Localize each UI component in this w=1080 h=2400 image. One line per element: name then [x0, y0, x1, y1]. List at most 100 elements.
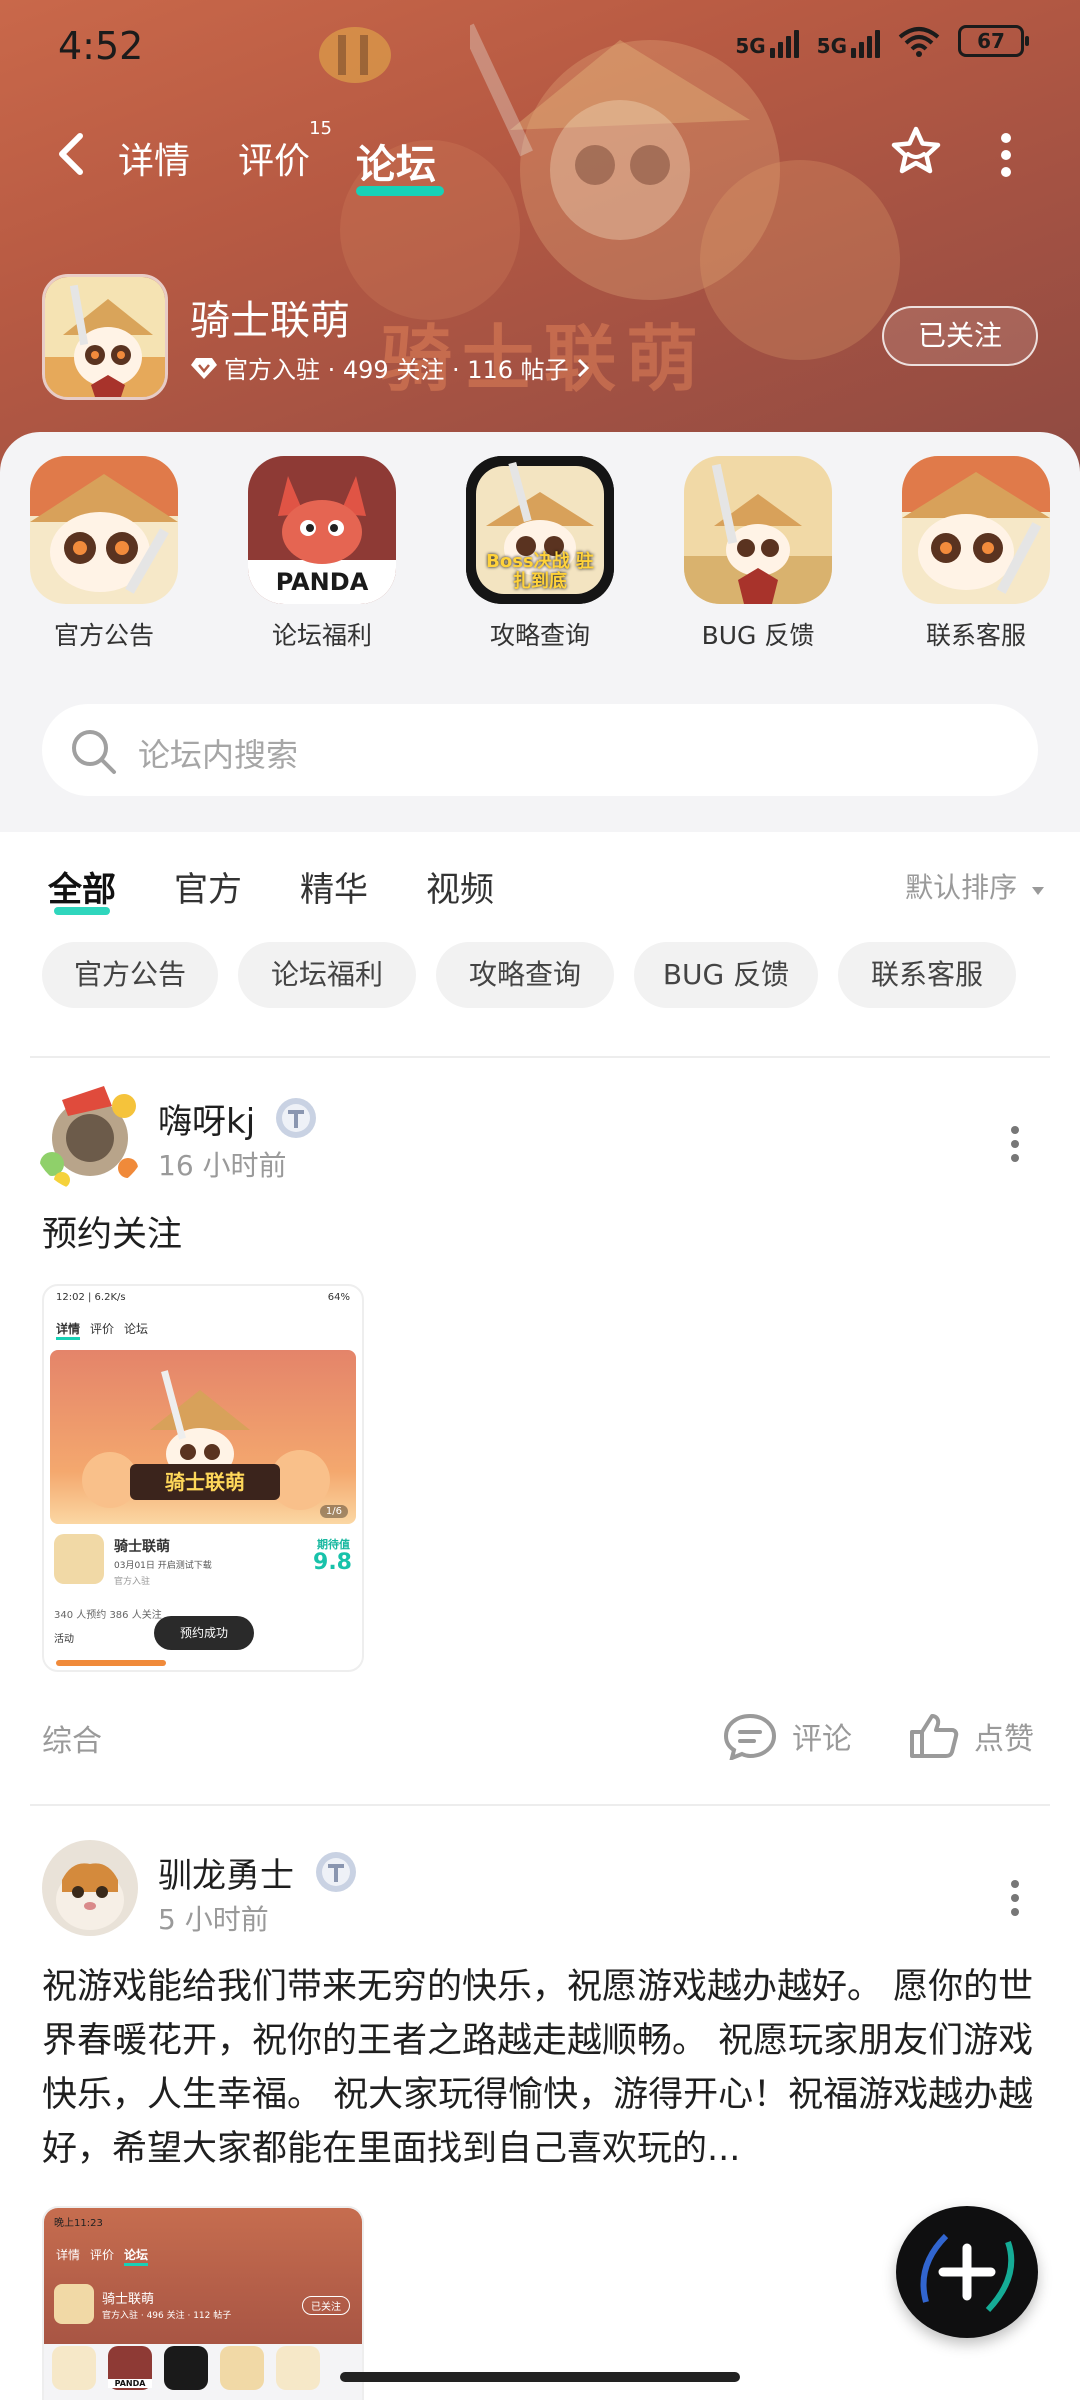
comment-label: 评论 [792, 1722, 852, 1757]
thumb-status: 12:02 | 6.2K/s [56, 1292, 126, 1303]
category-icon: Boss决战 驻扎到底 [466, 456, 614, 604]
category-label: 论坛福利 [271, 621, 372, 650]
post-more-icon[interactable] [1010, 1124, 1020, 1164]
search-placeholder: 论坛内搜索 [138, 736, 299, 774]
thumb-score: 9.8 [313, 1550, 352, 1575]
thumb-toast: 预约成功 [154, 1616, 254, 1650]
favorite-star-icon[interactable] [888, 124, 944, 180]
game-meta[interactable]: 官方入驻 · 499 关注 · 116 帖子 [190, 350, 591, 385]
more-options-icon[interactable] [996, 130, 1016, 180]
thumbs-up-icon [910, 1714, 959, 1758]
thumb-game-name: 骑士联萌 [114, 1539, 170, 1555]
category-bug-feedback[interactable]: BUG 反馈 [668, 456, 848, 652]
thumb-tab: 论坛 [124, 1322, 149, 1336]
thumb-battery: 64% [327, 1292, 350, 1303]
thumb-game-icon [54, 2284, 94, 2324]
author-name[interactable]: 嗨呀kj [158, 1094, 255, 1143]
knight-desert-icon [684, 456, 832, 604]
sort-dropdown[interactable]: 默认排序 [905, 866, 1046, 906]
tab-details[interactable]: 详情 [118, 132, 190, 184]
thumb-tab: 评价 [90, 2248, 115, 2262]
thumb-page-indicator: 1/6 [319, 1505, 348, 1518]
chip-official-notice[interactable]: 官方公告 [42, 942, 218, 1008]
divider [30, 1804, 1050, 1806]
topic-chips: 官方公告 论坛福利 攻略查询 BUG 反馈 联系客服 [0, 942, 1080, 1014]
post-category-tag[interactable]: 综合 [42, 1716, 102, 1760]
thumb-tab: 详情 [56, 1320, 81, 1340]
signal-5g-2: 5G [817, 24, 880, 58]
tab-details-label: 详情 [118, 141, 191, 182]
game-name: 骑士联萌 [190, 298, 350, 344]
avatar-frame-icon [40, 1086, 138, 1188]
post-text[interactable]: 祝游戏能给我们带来无穷的快乐，祝愿游戏越办越好。 愿你的世界春暖花开，祝你的王者… [42, 1960, 1042, 2176]
tab-forum-label: 论坛 [356, 142, 436, 188]
filter-tab-video[interactable]: 视频 [426, 862, 494, 911]
screenshot-preview: 12:02 | 6.2K/s 64% 详情 评价 论坛 骑士联萌 1/6 骑士联… [44, 1286, 362, 1670]
thumb-tabs: 详情 评价 论坛 [56, 2246, 149, 2266]
post-more-icon[interactable] [1010, 1878, 1020, 1918]
post-image[interactable]: 12:02 | 6.2K/s 64% 详情 评价 论坛 骑士联萌 1/6 骑士联… [42, 1284, 364, 1672]
search-icon [72, 730, 116, 774]
tab-reviews-label: 评价 [238, 141, 311, 182]
thumb-game-sub: 03月01日 开启测试下载 [114, 1561, 212, 1571]
thumb-game-icon [54, 1534, 104, 1584]
create-post-button[interactable] [896, 2206, 1038, 2338]
thumb-bar [56, 1660, 166, 1666]
filter-tab-featured[interactable]: 精华 [300, 862, 368, 911]
divider [30, 1056, 1050, 1058]
tab-reviews[interactable]: 评价 15 [238, 118, 332, 184]
filter-tab-official[interactable]: 官方 [174, 862, 242, 911]
thumb-official: 官方入驻 [114, 1577, 151, 1587]
category-official-notice[interactable]: 官方公告 [14, 456, 194, 652]
thumb-follow: 已关注 [302, 2296, 350, 2315]
filter-tab-label: 官方 [174, 870, 242, 910]
avatar[interactable] [42, 1840, 138, 1936]
author-name[interactable]: 驯龙勇士 [158, 1848, 294, 1897]
plus-icon [920, 2233, 1015, 2313]
back-arrow-icon[interactable] [52, 130, 92, 178]
filter-tab-all[interactable]: 全部 [48, 862, 116, 915]
post-image[interactable]: 晚上11:23 详情 评价 论坛 骑士联萌 官方入驻 · 496 关注 · 11… [42, 2206, 364, 2400]
post-text[interactable]: 预约关注 [42, 1208, 1042, 1262]
chip-bug-feedback[interactable]: BUG 反馈 [634, 942, 818, 1008]
net-label-2: 5G [816, 34, 847, 58]
post-filter-tabs: 全部 官方 精华 视频 默认排序 [0, 832, 1080, 932]
post-item[interactable]: 嗨呀kj 16 小时前 预约关注 12:02 | 6.2K/s 64% 详情 评… [0, 1076, 1080, 1786]
chip-forum-benefits[interactable]: 论坛福利 [238, 942, 416, 1008]
boss-text: Boss决战 驻扎到底 [486, 551, 594, 592]
thumb-stats: 340 人预约 386 人关注 [54, 1610, 162, 1621]
avatar[interactable] [32, 1076, 148, 1192]
thumb-cat-icon [52, 2346, 96, 2390]
comment-button[interactable]: 评论 [722, 1712, 852, 1760]
category-guides[interactable]: Boss决战 驻扎到底 攻略查询 [450, 456, 630, 652]
chip-guides[interactable]: 攻略查询 [436, 942, 614, 1008]
category-icon [684, 456, 832, 604]
net-label-1: 5G [735, 34, 766, 58]
thumb-logo: 骑士联萌 [130, 1464, 280, 1500]
thumb-activity: 活动 [54, 1634, 74, 1645]
thumb-tab: 评价 [90, 1322, 115, 1336]
category-contact-support[interactable]: 联系客服 [886, 456, 1066, 652]
like-button[interactable]: 点赞 [908, 1712, 1034, 1760]
battery-icon: 67 [958, 25, 1029, 57]
comment-icon [723, 1713, 777, 1760]
verified-diamond-icon [191, 357, 217, 379]
status-icons: 5G 5G 67 [735, 24, 1029, 58]
game-icon[interactable] [42, 274, 168, 400]
forum-search-bar[interactable]: 论坛内搜索 [42, 704, 1038, 796]
filter-tab-label: 视频 [426, 870, 494, 910]
category-icon [30, 456, 178, 604]
thumb-cat-icon [164, 2346, 208, 2390]
sort-label: 默认排序 [905, 871, 1018, 904]
follow-button[interactable]: 已关注 [882, 306, 1038, 366]
review-count-badge: 15 [309, 118, 333, 139]
tab-forum[interactable]: 论坛 [356, 132, 444, 196]
screenshot-preview: 晚上11:23 详情 评价 论坛 骑士联萌 官方入驻 · 496 关注 · 11… [44, 2208, 362, 2400]
thumb-cat-icon: PANDA [108, 2346, 152, 2390]
home-indicator[interactable] [340, 2372, 740, 2382]
thumb-tab: 论坛 [124, 2246, 149, 2266]
signal-5g-1: 5G [735, 24, 799, 58]
thumb-status: 晚上11:23 [54, 2218, 103, 2229]
category-forum-benefits[interactable]: PANDA 论坛福利 [232, 456, 412, 652]
chip-contact-support[interactable]: 联系客服 [838, 942, 1016, 1008]
